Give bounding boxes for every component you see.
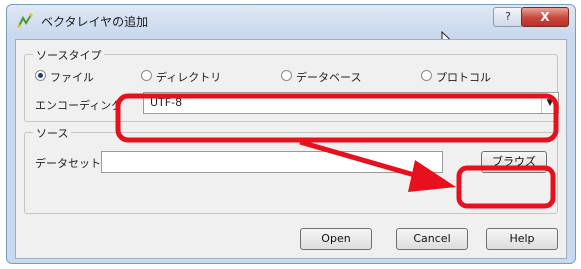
arrow-shaft [299,139,419,179]
browse-highlight-box [456,165,556,209]
encoding-highlight-box [115,93,559,143]
arrow-head [408,160,456,192]
annotation-overlay [115,93,559,209]
